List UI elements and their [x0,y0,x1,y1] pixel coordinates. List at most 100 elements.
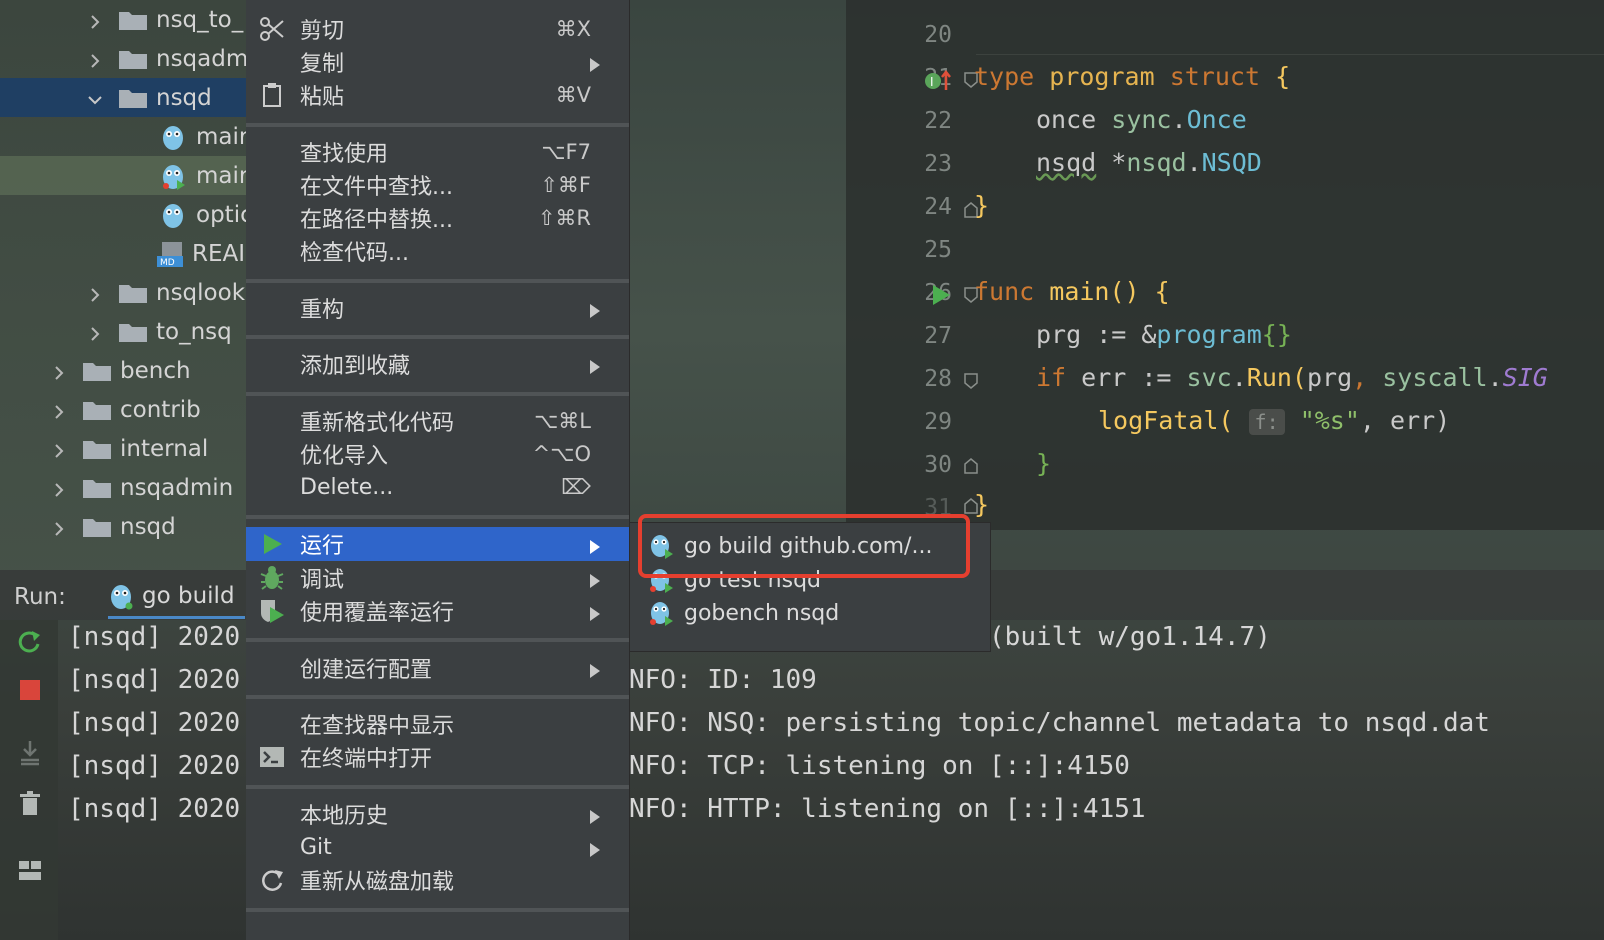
menu-separator [246,279,629,283]
submenu-item-gobench[interactable]: gobench nsqd [630,596,990,630]
menu-item-git[interactable]: Git [246,830,629,864]
folder-icon [82,360,112,382]
chevron-right-icon[interactable] [86,11,104,29]
log-line: NFO: ID: 109 [629,665,817,695]
parens: () [1109,277,1140,306]
context-menu: 剪切 ⌘X 复制 粘贴 ⌘V 查找使用 ⌥F7 在文件中查找... ⇧⌘F 在路… [246,0,630,940]
rerun-icon[interactable] [16,628,44,656]
variable: prg [1036,320,1082,349]
code-line-22[interactable]: once sync.Once [1036,105,1247,134]
chevron-right-icon[interactable] [86,50,104,68]
line-number: 29 [924,409,952,435]
menu-item-run-with-coverage[interactable]: 使用覆盖率运行 [246,594,629,628]
brace: { [1275,62,1291,91]
submenu-arrow-icon [589,806,601,824]
menu-item-label: 使用覆盖率运行 [300,601,455,626]
code-line-26[interactable]: func main() { [974,277,1170,306]
arguments-rest: , err) [1359,406,1451,435]
submenu-arrow-icon [589,839,601,857]
menu-item-reload-from-disk[interactable]: 重新从磁盘加载 [246,863,629,897]
brace: } [974,191,990,220]
menu-item-label: 粘贴 [300,85,345,110]
operator: := & [1081,320,1157,349]
package-name: syscall [1382,363,1488,392]
menu-item-refactor[interactable]: 重构 [246,291,629,325]
chevron-right-icon[interactable] [86,323,104,341]
code-line-28[interactable]: if err := svc.Run(prg, syscall.SIG [1036,363,1548,392]
menu-item-label: 本地历史 [300,804,389,829]
menu-item-label: 重新从磁盘加载 [300,870,455,895]
shortcut-label: ⌘V [555,83,591,107]
code-line-24[interactable]: } [974,191,989,220]
menu-item-label: Delete... [300,474,394,500]
braces: {} [1261,320,1292,349]
folder-icon [118,48,148,70]
menu-item-label: 调试 [300,568,345,593]
log-line: NFO: TCP: listening on [::]:4150 [629,751,1130,781]
operator: := [1126,363,1187,392]
menu-item-cut[interactable]: 剪切 ⌘X [246,12,629,46]
fold-marker-icon[interactable] [964,458,978,474]
tree-item-label: to_nsq [156,318,232,345]
fold-marker-icon[interactable] [964,373,978,389]
chevron-down-icon[interactable] [86,89,104,107]
log-prefix: [nsqd] 2020 [68,794,241,824]
scissors-icon [258,15,286,43]
chevron-right-icon[interactable] [50,518,68,536]
run-icon [258,530,286,558]
chevron-right-icon[interactable] [86,284,104,302]
run-tab-go-build[interactable]: go build [108,576,245,619]
menu-item-label: Git [300,834,332,860]
chevron-right-icon[interactable] [50,440,68,458]
menu-item-run[interactable]: 运行 [246,527,629,561]
menu-item-create-run-config[interactable]: 创建运行配置 [246,651,629,685]
folder-icon [82,477,112,499]
folder-icon [82,516,112,538]
menu-separator [246,695,629,699]
code-line-29[interactable]: logFatal( f: "%s", err) [1098,406,1450,435]
argument: prg [1306,363,1353,392]
submenu-arrow-icon [589,660,601,678]
code-line-27[interactable]: prg := &program{} [1036,320,1292,349]
menu-item-local-history[interactable]: 本地历史 [246,797,629,831]
run-gutter-icon[interactable] [930,283,952,307]
layout-icon[interactable] [16,856,44,884]
chevron-right-icon[interactable] [50,362,68,380]
stop-icon[interactable] [16,676,44,704]
menu-item-inspect-code[interactable]: 检查代码... [246,234,629,268]
menu-item-find-in-files[interactable]: 在文件中查找... ⇧⌘F [246,168,629,202]
reload-icon [258,866,286,894]
code-editor[interactable]: 20 21 22 23 24 25 26 27 28 29 30 31 I ty… [846,0,1604,530]
folder-icon [118,282,148,304]
menu-item-replace-in-path[interactable]: 在路径中替换... ⇧⌘R [246,201,629,235]
run-tab-label: go build [142,583,235,609]
menu-item-optimize-imports[interactable]: 优化导入 ^⌥O [246,437,629,471]
scroll-to-end-icon[interactable] [16,738,44,766]
shortcut-label: ⌥⌘L [534,409,591,433]
menu-item-reformat-code[interactable]: 重新格式化代码 ⌥⌘L [246,404,629,438]
menu-item-delete[interactable]: Delete... ⌦ [246,470,629,504]
menu-item-open-in-terminal[interactable]: 在终端中打开 [246,740,629,774]
menu-item-reveal-in-finder[interactable]: 在查找器中显示 [246,707,629,741]
code-line-23[interactable]: nsqd *nsqd.NSQD [1036,148,1262,177]
menu-item-label: 剪切 [300,19,345,44]
code-line-21[interactable]: type program struct { [974,62,1290,91]
code-line-31[interactable]: } [974,490,989,519]
menu-item-paste[interactable]: 粘贴 ⌘V [246,78,629,112]
menu-item-find-usages[interactable]: 查找使用 ⌥F7 [246,135,629,169]
submenu-arrow-icon [589,54,601,72]
log-prefix: [nsqd] 2020 [68,665,241,695]
menu-item-debug[interactable]: 调试 [246,561,629,595]
chevron-right-icon[interactable] [50,479,68,497]
menu-item-copy[interactable]: 复制 [246,45,629,79]
menu-item-add-to-favorites[interactable]: 添加到收藏 [246,347,629,381]
method-separator [976,54,1604,55]
implements-icon[interactable]: I [924,68,954,94]
chevron-right-icon[interactable] [50,401,68,419]
keyword: func [974,277,1035,306]
constant: SIG [1502,363,1548,392]
debug-icon [258,564,286,592]
code-line-30[interactable]: } [1036,449,1051,478]
menu-item-label: 检查代码... [300,241,409,266]
trash-icon[interactable] [16,790,44,818]
